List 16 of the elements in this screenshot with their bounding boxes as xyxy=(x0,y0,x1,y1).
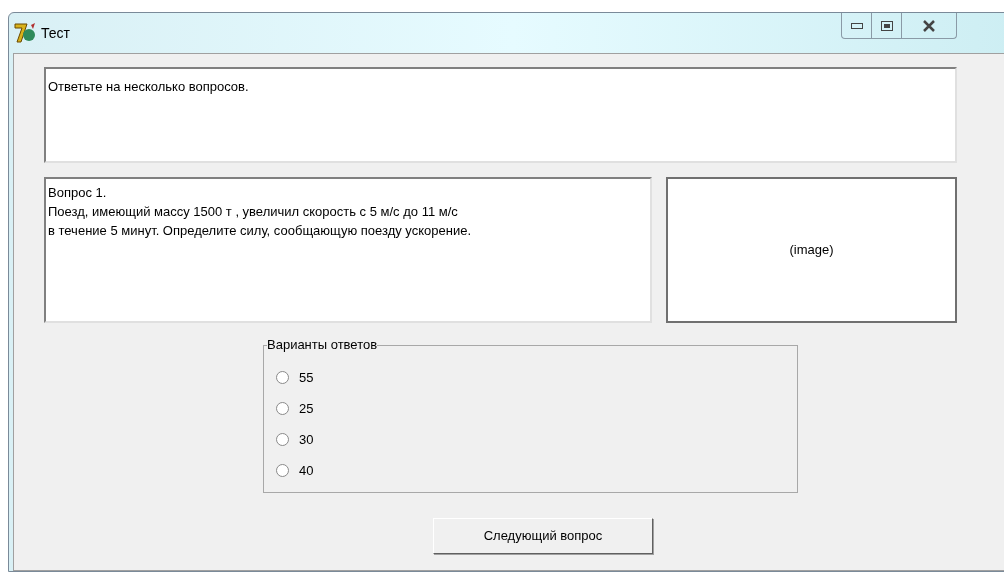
app-logo-icon xyxy=(13,22,37,44)
window-title: Тест xyxy=(41,23,70,43)
answers-group-title: Варианты ответов xyxy=(267,337,378,353)
next-question-button[interactable]: Следующий вопрос xyxy=(433,518,653,554)
image-placeholder-text: (image) xyxy=(789,241,834,260)
minimize-icon xyxy=(850,22,863,29)
question-text: в течение 5 минут. Определите силу, сообщающую поезду ускорение. xyxy=(48,222,473,240)
question-text: Поезд, имеющий массу 1500 т , увеличил скорость с 5 м/с до 11 м/с xyxy=(48,203,459,221)
intro-text: Ответьте на несколько вопросов. xyxy=(48,79,249,94)
answer-radio[interactable]: 40 xyxy=(276,455,336,486)
maximize-icon xyxy=(880,20,893,31)
question-text: Вопрос 1. xyxy=(48,184,108,202)
close-icon xyxy=(922,19,936,32)
answer-radio[interactable]: 25 xyxy=(276,393,336,424)
answer-radio[interactable]: 30 xyxy=(276,424,336,455)
answer-radio[interactable]: 55 xyxy=(276,362,336,393)
